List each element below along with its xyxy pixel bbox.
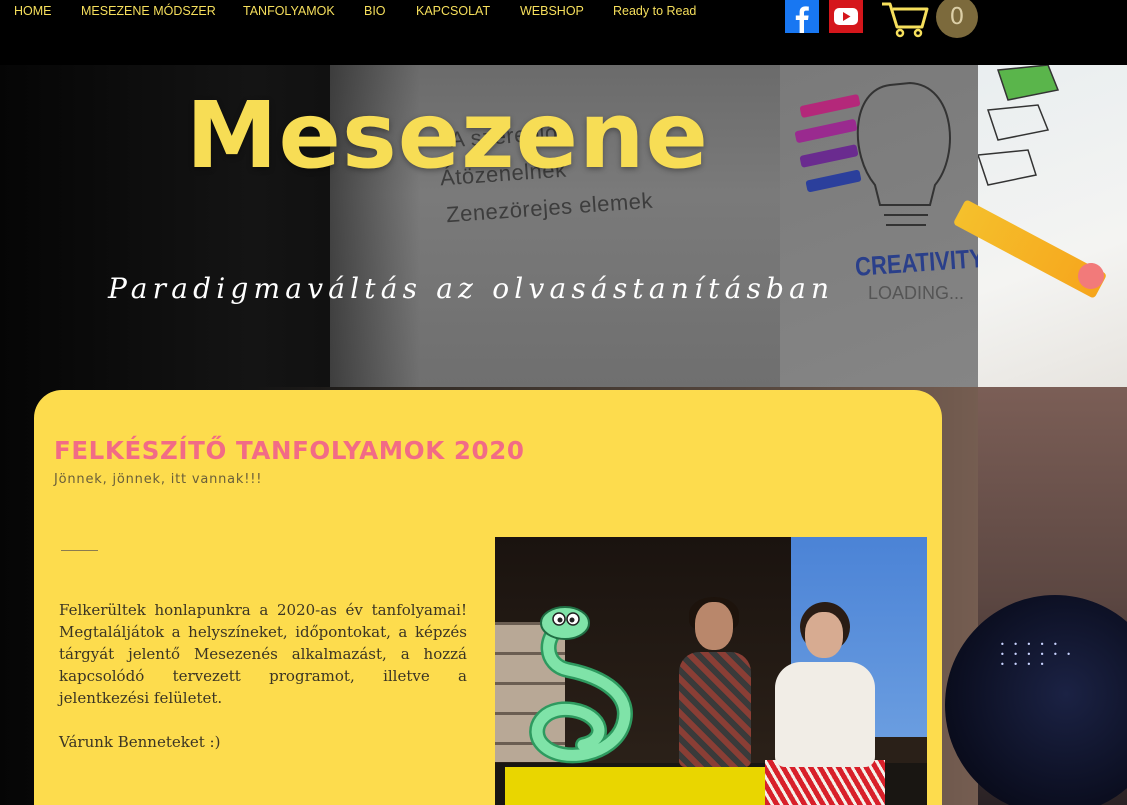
nav-item-bio[interactable]: BIO bbox=[364, 4, 386, 18]
facebook-icon[interactable] bbox=[785, 0, 819, 34]
snake-cartoon-icon bbox=[529, 606, 633, 764]
event-photo-image[interactable] bbox=[495, 537, 927, 805]
globe-lights: • • • • • • • • • • • • • • • bbox=[1000, 640, 1075, 669]
youtube-logo-glyph bbox=[829, 0, 863, 33]
site-title: Mesezene bbox=[186, 82, 709, 189]
body-paragraph: Várunk Benneteket :) bbox=[59, 733, 221, 751]
body-paragraph: Felkerültek honlapunkra a 2020-as év tan… bbox=[59, 601, 467, 707]
woman-face bbox=[805, 612, 843, 658]
nav-item-kapcsolat[interactable]: KAPCSOLAT bbox=[416, 4, 490, 18]
nav-item-ready-to-read[interactable]: Ready to Read bbox=[613, 4, 696, 18]
man-face bbox=[695, 602, 733, 650]
card-body-text: Felkerültek honlapunkra a 2020-as év tan… bbox=[59, 599, 467, 753]
top-navigation-bar: HOME MESEZENE MÓDSZER TANFOLYAMOK BIO KA… bbox=[0, 0, 1127, 65]
woman-dress bbox=[775, 662, 875, 767]
card-subheading: Jönnek, jönnek, itt vannak!!! bbox=[54, 472, 263, 487]
site-subtitle: Paradigmaváltás az olvasástanításban bbox=[108, 272, 835, 305]
cart-count-badge[interactable]: 0 bbox=[936, 0, 978, 38]
nav-item-webshop[interactable]: WEBSHOP bbox=[520, 4, 584, 18]
divider-line bbox=[61, 550, 98, 551]
photo-man bbox=[675, 597, 755, 777]
shopping-cart-icon[interactable] bbox=[880, 0, 930, 38]
man-shirt bbox=[679, 652, 751, 767]
nav-item-tanfolyamok[interactable]: TANFOLYAMOK bbox=[243, 4, 335, 18]
nav-item-mesezene-modszer[interactable]: MESEZENE MÓDSZER bbox=[81, 4, 216, 18]
photo-woman bbox=[765, 592, 885, 805]
youtube-icon[interactable] bbox=[829, 0, 863, 33]
cart-outline-glyph bbox=[882, 2, 929, 38]
facebook-logo-glyph bbox=[785, 0, 819, 34]
loading-text: LOADING... bbox=[868, 283, 965, 303]
card-heading: FELKÉSZÍTŐ TANFOLYAMOK 2020 bbox=[54, 436, 525, 465]
nav-item-home[interactable]: HOME bbox=[14, 4, 52, 18]
